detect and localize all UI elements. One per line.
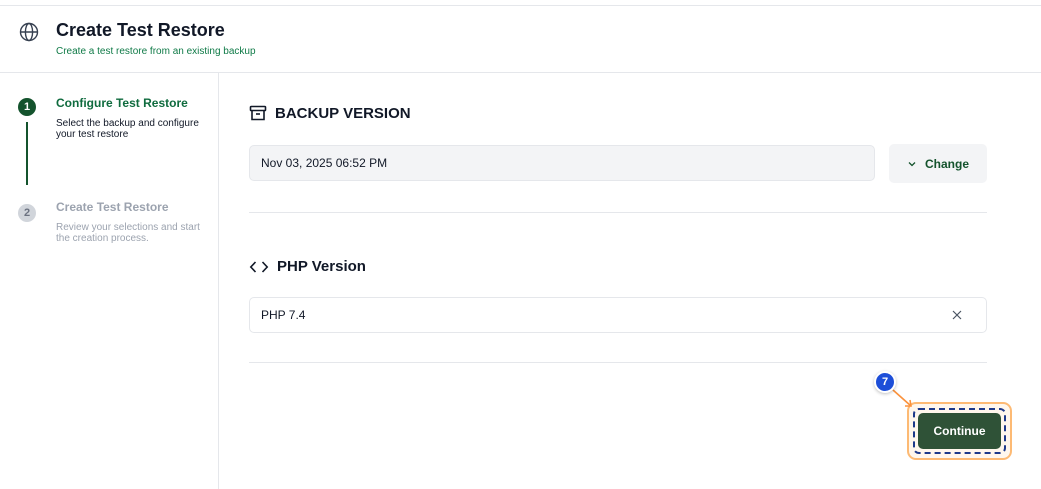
stepper-sidebar: 1 Configure Test Restore Select the back… bbox=[0, 73, 219, 489]
php-version-label: PHP Version bbox=[277, 258, 366, 275]
pointer-arrow-icon bbox=[892, 389, 912, 407]
chevron-down-icon bbox=[908, 161, 916, 166]
step-badge: 7 bbox=[874, 371, 896, 393]
clear-icon[interactable] bbox=[950, 308, 964, 322]
step-1-number: 1 bbox=[18, 98, 36, 116]
php-version-heading: PHP Version bbox=[249, 258, 366, 275]
section-divider bbox=[249, 362, 987, 363]
code-icon bbox=[249, 260, 269, 273]
section-divider bbox=[249, 212, 987, 213]
create-test-restore-page: Create Test Restore Create a test restor… bbox=[0, 0, 1041, 489]
backup-version-label: BACKUP VERSION bbox=[275, 104, 411, 122]
step-1-description: Select the backup and configure your tes… bbox=[56, 118, 199, 140]
step-2-title[interactable]: Create Test Restore bbox=[56, 200, 169, 214]
change-backup-button[interactable]: Change bbox=[889, 144, 987, 183]
step-2-description: Review your selections and start the cre… bbox=[56, 222, 200, 244]
globe-icon bbox=[19, 22, 39, 42]
step-2-number: 2 bbox=[18, 204, 36, 222]
continue-button[interactable]: Continue bbox=[918, 413, 1001, 449]
backup-version-heading: BACKUP VERSION bbox=[249, 104, 411, 122]
archive-icon bbox=[249, 105, 267, 121]
page-title: Create Test Restore bbox=[56, 20, 225, 40]
step-connector bbox=[26, 122, 28, 185]
page-header: Create Test Restore Create a test restor… bbox=[0, 6, 1041, 73]
page-subtitle: Create a test restore from an existing b… bbox=[56, 46, 256, 57]
php-version-select[interactable]: PHP 7.4 bbox=[249, 297, 987, 333]
backup-version-field[interactable]: Nov 03, 2025 06:52 PM bbox=[249, 145, 875, 181]
step-1-title[interactable]: Configure Test Restore bbox=[56, 96, 188, 110]
change-button-label: Change bbox=[924, 156, 969, 171]
